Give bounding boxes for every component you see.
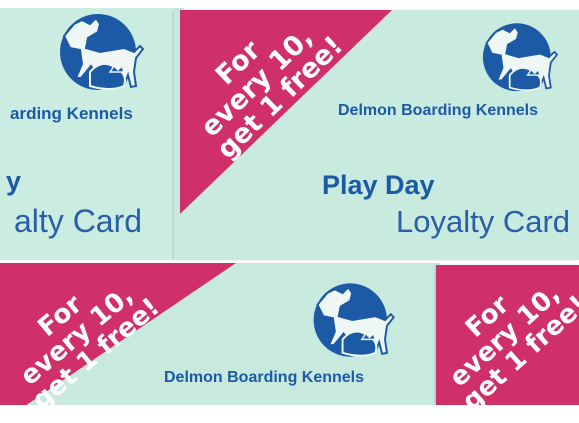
- loyalty-cards-photo: arding Kennels y alty Card For every 10,…: [0, 0, 579, 423]
- loyalty-card-bottom-right: For every 10, get 1 free!: [436, 265, 579, 423]
- card-subtitle: Loyalty Card: [396, 204, 571, 239]
- loyalty-card-bottom-left: For every 10, get 1 free! Delmon Boardin…: [0, 263, 440, 423]
- loyalty-card-top-left: arding Kennels y alty Card: [0, 8, 184, 260]
- card-title-partial: y: [6, 166, 22, 196]
- card-subtitle-partial: alty Card: [14, 203, 143, 239]
- dog-and-cat-logo-icon: [60, 14, 145, 90]
- card-title: Play Day: [322, 170, 435, 200]
- dog-and-cat-logo-icon: [482, 23, 559, 92]
- brand-name: Delmon Boarding Kennels: [338, 102, 539, 119]
- loyalty-card-top-right: For every 10, get 1 free! Delmon Boardin…: [174, 10, 579, 260]
- brand-name: Delmon Boarding Kennels: [164, 369, 365, 386]
- dog-and-cat-logo-icon: [313, 283, 395, 357]
- brand-name-partial: arding Kennels: [10, 104, 133, 123]
- photo-bottom-edge: [0, 405, 579, 423]
